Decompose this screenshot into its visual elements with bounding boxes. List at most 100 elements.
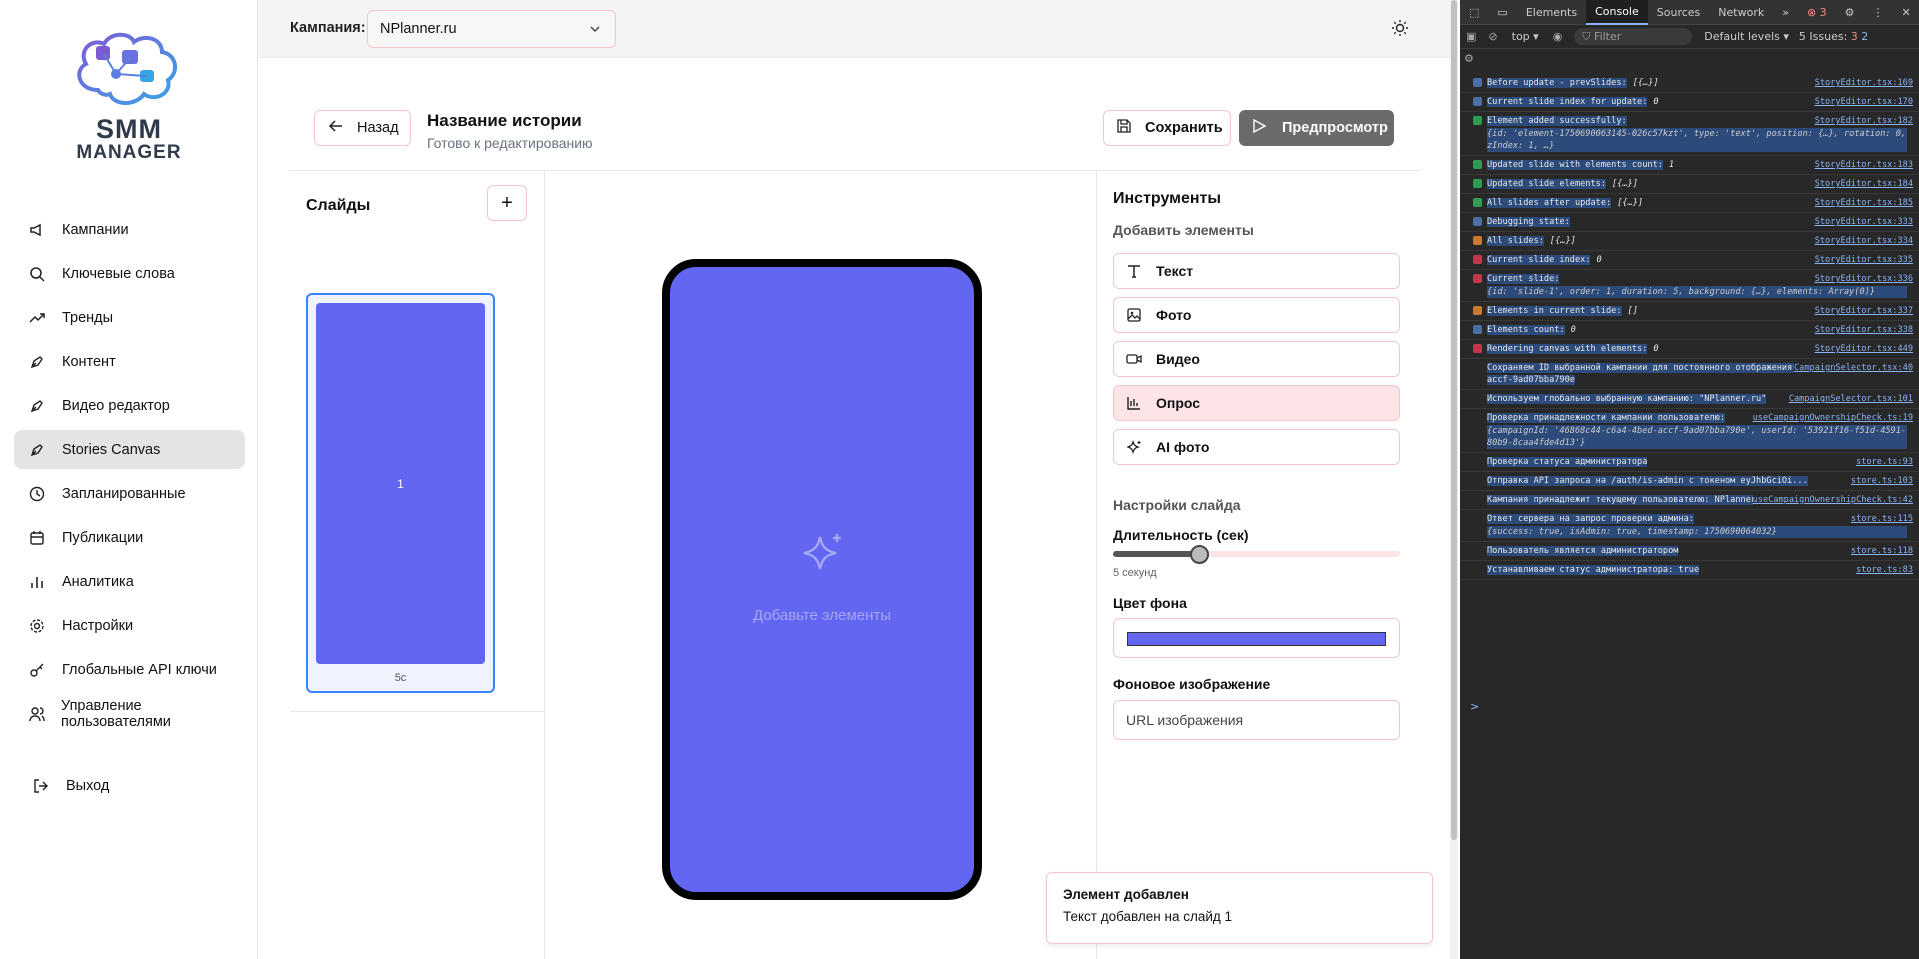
toast-notification[interactable]: Элемент добавлен Текст добавлен на слайд… (1046, 872, 1433, 944)
save-button[interactable]: Сохранить (1103, 110, 1231, 146)
sidebar-item-keywords[interactable]: Ключевые слова (14, 254, 245, 293)
console-log-entry[interactable]: Updated slide elements: [{…}] StoryEditor.… (1460, 175, 1919, 194)
slide-thumbnail-card[interactable]: 1 5с (306, 293, 495, 693)
log-source-link[interactable]: StoryEditor.tsx:183 (1814, 159, 1913, 171)
log-source-link[interactable]: CampaignSelector.tsx:101 (1788, 393, 1913, 405)
sidebar-item-publications[interactable]: Публикации (14, 518, 245, 557)
log-inline-value[interactable]: 0 (1596, 255, 1601, 265)
eye-icon[interactable]: ◉ (1547, 30, 1569, 43)
console-log-entry[interactable]: Updated slide with elements count: 1 Story… (1460, 156, 1919, 175)
preview-button[interactable]: Предпросмотр (1239, 110, 1394, 146)
log-source-link[interactable]: StoryEditor.tsx:334 (1814, 235, 1913, 247)
log-source-link[interactable]: store.ts:83 (1856, 564, 1913, 576)
log-source-link[interactable]: StoryEditor.tsx:170 (1814, 96, 1913, 108)
log-source-link[interactable]: store.ts:115 (1850, 513, 1913, 525)
console-prompt[interactable]: > (1470, 700, 1479, 713)
devtools-tab-console[interactable]: Console (1586, 0, 1648, 25)
log-source-link[interactable]: StoryEditor.tsx:333 (1814, 216, 1913, 228)
add-ai-photo-button[interactable]: AI фото (1113, 429, 1400, 465)
log-inline-value[interactable]: 1 (1669, 160, 1674, 170)
log-source-link[interactable]: store.ts:93 (1856, 456, 1913, 468)
duration-slider-handle[interactable] (1190, 545, 1210, 564)
log-source-link[interactable]: StoryEditor.tsx:335 (1814, 254, 1913, 266)
clear-console-icon[interactable]: ⊘ (1482, 30, 1503, 43)
console-log-entry[interactable]: Сохраняем ID выбранной кампании для пост… (1460, 359, 1919, 390)
more-options-icon[interactable]: ⋮ (1864, 0, 1893, 25)
devtools-tab-sources[interactable]: Sources (1648, 0, 1710, 25)
sidebar-item-video-editor[interactable]: Видео редактор (14, 386, 245, 425)
log-source-link[interactable]: StoryEditor.tsx:336 (1814, 273, 1913, 285)
log-source-link[interactable]: StoryEditor.tsx:337 (1814, 305, 1913, 317)
smm-manager-logo[interactable]: SMM MANAGER (68, 30, 190, 166)
more-tabs-icon[interactable]: » (1773, 0, 1798, 25)
bg-color-picker[interactable] (1113, 618, 1400, 658)
console-log-entry[interactable]: Пользователь является администратором sto… (1460, 542, 1919, 561)
log-inline-value[interactable]: 0 (1653, 97, 1658, 107)
scrollbar-thumb[interactable] (1451, 0, 1457, 840)
log-inline-value[interactable]: [{…}] (1612, 179, 1638, 189)
sidebar-item-analytics[interactable]: Аналитика (14, 562, 245, 601)
add-video-button[interactable]: Видео (1113, 341, 1400, 377)
console-log-entry[interactable]: Current slide index: 0 StoryEditor.tsx:335 (1460, 251, 1919, 270)
log-source-link[interactable]: CampaignSelector.tsx:40 (1794, 362, 1913, 374)
sidebar-item-stories-canvas[interactable]: Stories Canvas (14, 430, 245, 469)
log-source-link[interactable]: store.ts:103 (1850, 475, 1913, 487)
devtools-tab-elements[interactable]: Elements (1517, 0, 1586, 25)
log-levels-select[interactable]: Default levels ▾ (1698, 30, 1795, 43)
log-source-link[interactable]: StoryEditor.tsx:184 (1814, 178, 1913, 190)
issues-counter[interactable]: 5 Issues: 3 2 (1795, 30, 1872, 43)
settings-gear-icon[interactable]: ⚙ (1836, 0, 1864, 25)
log-source-link[interactable]: StoryEditor.tsx:182 (1814, 115, 1913, 127)
log-source-link[interactable]: StoryEditor.tsx:449 (1814, 343, 1913, 355)
logout-button[interactable]: Выход (14, 766, 245, 805)
add-slide-button[interactable]: + (487, 185, 527, 221)
sidebar-item-user-management[interactable]: Управление пользователями (14, 694, 245, 733)
console-log-entry[interactable]: Current slide index for update: 0 StoryEdi… (1460, 93, 1919, 112)
log-inline-value[interactable]: [{…}] (1617, 198, 1643, 208)
sidebar-item-content[interactable]: Контент (14, 342, 245, 381)
console-log-entry[interactable]: Elements in current slide: [] StoryEditor.… (1460, 302, 1919, 321)
console-log-entry[interactable]: Element added successfully: {id: 'element… (1460, 112, 1919, 156)
log-source-link[interactable]: useCampaignOwnershipCheck.ts:42 (1752, 494, 1913, 506)
log-inline-value[interactable]: 0 (1571, 325, 1576, 335)
duration-slider[interactable] (1113, 545, 1400, 564)
story-canvas-phone[interactable]: Добавьте элементы (662, 259, 982, 900)
console-log-entry[interactable]: Устанавливаем статус администратора: tru… (1460, 561, 1919, 580)
story-title[interactable]: Название истории (427, 111, 582, 131)
inspect-element-icon[interactable]: ⬚ (1460, 0, 1488, 25)
console-log-entry[interactable]: All slides after update: [{…}] StoryEditor… (1460, 194, 1919, 213)
console-log-entry[interactable]: Debugging state: StoryEditor.tsx:333 (1460, 213, 1919, 232)
console-log-entry[interactable]: All slides: [{…}] StoryEditor.tsx:334 (1460, 232, 1919, 251)
console-filter-input[interactable]: ⛉ Filter (1574, 28, 1693, 45)
log-inline-value[interactable]: [{…}] (1633, 78, 1659, 88)
back-button[interactable]: Назад (314, 110, 411, 146)
sidebar-item-api-keys[interactable]: Глобальные API ключи (14, 650, 245, 689)
add-photo-button[interactable]: Фото (1113, 297, 1400, 333)
console-log-entry[interactable]: Elements count: 0 StoryEditor.tsx:338 (1460, 321, 1919, 340)
log-source-link[interactable]: StoryEditor.tsx:338 (1814, 324, 1913, 336)
console-log-entry[interactable]: Отправка API запроса на /auth/is-admin с… (1460, 472, 1919, 491)
theme-toggle-sun-icon[interactable] (1391, 19, 1411, 39)
device-toolbar-icon[interactable]: ▭ (1488, 0, 1516, 25)
sidebar-item-campaigns[interactable]: Кампании (14, 210, 245, 249)
sidebar-item-scheduled[interactable]: Запланированные (14, 474, 245, 513)
devtools-tab-network[interactable]: Network (1709, 0, 1773, 25)
main-scrollbar[interactable] (1450, 0, 1458, 959)
log-object-preview[interactable]: {campaignId: '46868c44-c6a4-4bed-accf-9a… (1487, 425, 1907, 449)
log-inline-value[interactable]: [] (1628, 306, 1638, 316)
log-object-preview[interactable]: {success: true, isAdmin: true, timestamp… (1487, 526, 1907, 538)
console-log-entry[interactable]: Проверка статуса администратора store.ts:… (1460, 453, 1919, 472)
bg-image-url-input[interactable] (1113, 700, 1400, 740)
add-poll-button[interactable]: Опрос (1113, 385, 1400, 421)
log-object-preview[interactable]: {id: 'element-1750690063145-026c57kzt', … (1487, 128, 1907, 152)
add-text-button[interactable]: Текст (1113, 253, 1400, 289)
console-log-entry[interactable]: Проверка принадлежности кампании пользов… (1460, 409, 1919, 453)
console-log-entry[interactable]: Ответ сервера на запрос проверки админа:… (1460, 510, 1919, 542)
console-log-entry[interactable]: Используем глобально выбранную кампанию:… (1460, 390, 1919, 409)
log-inline-value[interactable]: [{…}] (1550, 236, 1576, 246)
sidebar-item-settings[interactable]: Настройки (14, 606, 245, 645)
log-source-link[interactable]: StoryEditor.tsx:169 (1814, 77, 1913, 89)
console-log-entry[interactable]: Rendering canvas with elements: 0 StoryEdi… (1460, 340, 1919, 359)
log-source-link[interactable]: store.ts:118 (1850, 545, 1913, 557)
close-icon[interactable]: ✕ (1893, 0, 1919, 25)
